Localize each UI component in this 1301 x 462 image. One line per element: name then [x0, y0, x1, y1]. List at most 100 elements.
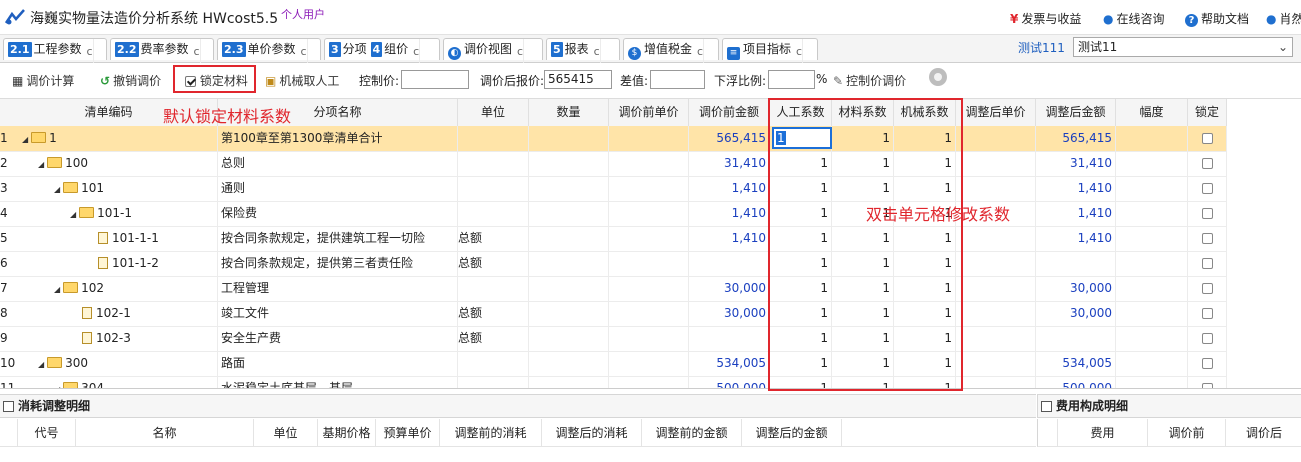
cell-range[interactable] [1116, 126, 1188, 151]
lock-row-checkbox[interactable] [1201, 283, 1213, 294]
cell-range[interactable] [1116, 326, 1188, 351]
tab-reports[interactable]: 5 报表 c [546, 38, 620, 64]
cell-code[interactable]: 4 ◢ 101-1 [0, 201, 218, 226]
tab-close-icon[interactable]: c [194, 39, 201, 64]
cell-range[interactable] [1116, 376, 1188, 388]
col-machine-coef[interactable]: 机械系数 [894, 99, 956, 126]
cell-qty[interactable] [529, 351, 609, 376]
expand-triangle-icon[interactable]: ◢ [38, 360, 44, 369]
cell-machine[interactable]: 1 [894, 176, 956, 201]
table-row[interactable]: 8 102-1 竣工文件 总额 30,000 1 1 1 30,000 [0, 301, 1227, 327]
cell-labor[interactable]: 1 [770, 226, 832, 251]
cell-qty[interactable] [529, 376, 609, 388]
cell-material[interactable]: 1 [832, 351, 894, 376]
cell-code[interactable]: 5 101-1-1 [0, 226, 218, 251]
col-labor-coef[interactable]: 人工系数 [770, 99, 832, 126]
cell-after-amt[interactable]: 1,410 [1036, 176, 1116, 201]
circle-icon[interactable] [929, 68, 947, 86]
online-consult-link[interactable]: ● 在线咨询 [1103, 10, 1165, 27]
cell-unit[interactable] [458, 276, 529, 301]
cell-before-amt[interactable]: 31,410 [689, 151, 770, 176]
cell-up-after[interactable] [956, 376, 1036, 388]
cell-up-before[interactable] [609, 251, 689, 276]
cell-name[interactable]: 安全生产费 [218, 326, 458, 351]
cell-unit[interactable]: 总额 [458, 326, 529, 351]
cell-lock[interactable] [1188, 201, 1227, 226]
table-row[interactable]: 1 ◢ 1 第100章至第1300章清单合计 565,415 1 1 565,415 1 [0, 126, 1227, 152]
tab-close-icon[interactable]: c [594, 39, 601, 64]
col-qty[interactable]: 数量 [529, 99, 609, 126]
cell-after-amt[interactable] [1036, 326, 1116, 351]
lock-row-checkbox[interactable] [1201, 258, 1213, 269]
cell-after-amt[interactable]: 1,410 [1036, 226, 1116, 251]
table-row[interactable]: 3 ◢ 101 通则 1,410 1 1 1 1,410 [0, 176, 1227, 202]
table-row[interactable]: 2 ◢ 100 总则 31,410 1 1 1 31,410 [0, 151, 1227, 177]
cell-code[interactable]: 11 ◢ 304 [0, 376, 218, 388]
cell-up-after[interactable] [956, 351, 1036, 376]
machine-labor-button[interactable]: ▣ 机械取人工 [265, 72, 339, 89]
cell-name[interactable]: 按合同条款规定，提供建筑工程一切险 [218, 226, 458, 251]
cell-name[interactable]: 总则 [218, 151, 458, 176]
project-select[interactable]: 测试11 ⌄ [1073, 37, 1293, 57]
cell-up-before[interactable] [609, 176, 689, 201]
col-bl-budget-price[interactable]: 预算单价 [376, 419, 440, 447]
cell-up-before[interactable] [609, 301, 689, 326]
table-row[interactable]: 4 ◢ 101-1 保险费 1,410 1 1 1 1,410 [0, 201, 1227, 227]
float-ratio-input[interactable] [768, 70, 815, 89]
cell-up-after[interactable] [956, 126, 1036, 151]
cell-after-amt[interactable]: 31,410 [1036, 151, 1116, 176]
col-br-cost[interactable]: 费用 [1058, 419, 1148, 447]
cell-machine[interactable]: 1 [894, 151, 956, 176]
cell-material[interactable]: 1 [832, 301, 894, 326]
cell-machine[interactable]: 1 [894, 226, 956, 251]
tab-close-icon[interactable]: c [517, 39, 525, 64]
cell-before-amt[interactable]: 30,000 [689, 276, 770, 301]
cell-code[interactable]: 2 ◢ 100 [0, 151, 218, 176]
table-row[interactable]: 6 101-1-2 按合同条款规定，提供第三者责任险 总额 1 1 1 [0, 251, 1227, 277]
tab-rate-params[interactable]: 2.2 费率参数 c [110, 38, 214, 64]
cell-range[interactable] [1116, 201, 1188, 226]
cell-unit[interactable] [458, 351, 529, 376]
cell-lock[interactable] [1188, 176, 1227, 201]
control-adjust-button[interactable]: ✎ 控制价调价 [833, 72, 906, 89]
cell-machine[interactable]: 1 [894, 301, 956, 326]
lock-row-checkbox[interactable] [1201, 133, 1213, 144]
cell-name[interactable]: 工程管理 [218, 276, 458, 301]
cell-up-after[interactable] [956, 276, 1036, 301]
col-bl-amount-before[interactable]: 调整前的金额 [642, 419, 742, 447]
cell-up-before[interactable] [609, 201, 689, 226]
cell-after-amt[interactable]: 1,410 [1036, 201, 1116, 226]
expand-triangle-icon[interactable]: ◢ [54, 285, 60, 294]
col-bl-amount-after[interactable]: 调整后的金额 [742, 419, 842, 447]
cell-after-amt[interactable] [1036, 251, 1116, 276]
cell-unit[interactable]: 总额 [458, 226, 529, 251]
cell-lock[interactable] [1188, 351, 1227, 376]
cell-qty[interactable] [529, 251, 609, 276]
cell-range[interactable] [1116, 251, 1188, 276]
lock-row-checkbox[interactable] [1201, 183, 1213, 194]
col-material-coef[interactable]: 材料系数 [832, 99, 894, 126]
cell-material[interactable]: 1 [832, 126, 894, 151]
tab-project-indicators[interactable]: ≡ 项目指标 c [722, 38, 818, 64]
cell-material[interactable]: 1 [832, 251, 894, 276]
cell-range[interactable] [1116, 176, 1188, 201]
col-br-before[interactable]: 调价前 [1148, 419, 1226, 447]
expand-triangle-icon[interactable]: ◢ [22, 135, 28, 144]
cell-after-amt[interactable]: 565,415 [1036, 126, 1116, 151]
cell-material[interactable]: 1 [832, 226, 894, 251]
cell-labor[interactable]: 1 [770, 276, 832, 301]
cell-qty[interactable] [529, 226, 609, 251]
cell-name[interactable]: 通则 [218, 176, 458, 201]
cell-up-after[interactable] [956, 151, 1036, 176]
cell-code[interactable]: 10 ◢ 300 [0, 351, 218, 376]
cell-qty[interactable] [529, 276, 609, 301]
table-row[interactable]: 7 ◢ 102 工程管理 30,000 1 1 1 30,000 [0, 276, 1227, 302]
cell-up-after[interactable] [956, 326, 1036, 351]
cell-machine[interactable]: 1 [894, 376, 956, 388]
tab-price-adjust-view[interactable]: ◐ 调价视图 c [443, 38, 543, 64]
cell-qty[interactable] [529, 126, 609, 151]
lock-material-checkbox[interactable]: 锁定材料 [185, 72, 248, 89]
cell-labor[interactable]: 1 [770, 151, 832, 176]
lock-row-checkbox[interactable] [1201, 233, 1213, 244]
cell-before-amt[interactable] [689, 326, 770, 351]
